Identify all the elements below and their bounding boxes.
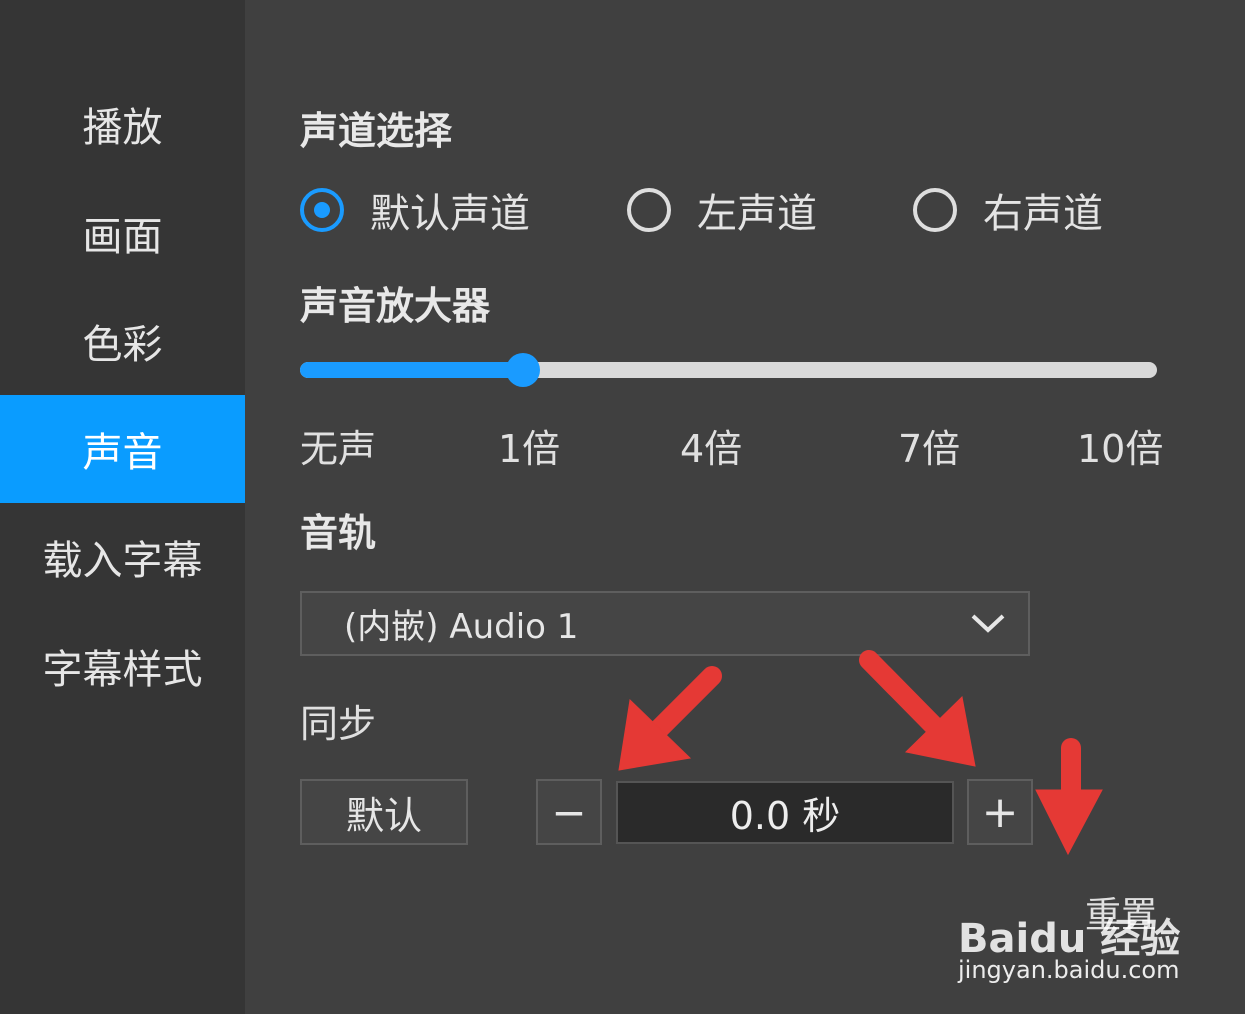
sync-increase-button[interactable]: + <box>967 779 1033 845</box>
slider-fill <box>300 362 523 378</box>
radio-unchecked-icon <box>627 188 671 232</box>
radio-right-channel[interactable]: 右声道 <box>913 181 1103 239</box>
red-arrow-icon <box>859 650 976 767</box>
audio-track-section-title: 音轨 <box>300 511 377 555</box>
radio-unchecked-icon <box>913 188 957 232</box>
sidebar: 播放 画面 色彩 声音 载入字幕 字幕样式 <box>0 0 245 1014</box>
tick-label: 7倍 <box>898 427 961 471</box>
amplifier-slider[interactable] <box>300 353 1157 387</box>
radio-label: 右声道 <box>983 191 1103 237</box>
tick-label: 1倍 <box>498 427 561 471</box>
amplifier-section-title: 声音放大器 <box>300 284 491 328</box>
sync-default-button[interactable]: 默认 <box>300 779 468 845</box>
sync-label: 同步 <box>300 702 377 746</box>
radio-label: 默认声道 <box>370 191 530 237</box>
audio-track-dropdown[interactable]: (内嵌) Audio 1 <box>300 591 1030 656</box>
tick-label: 4倍 <box>680 427 743 471</box>
channel-section-title: 声道选择 <box>300 109 453 153</box>
red-arrow-icon <box>618 666 722 771</box>
sync-decrease-button[interactable]: − <box>536 779 602 845</box>
tick-label: 无声 <box>300 427 377 471</box>
sidebar-item-subtitle-style[interactable]: 字幕样式 <box>0 612 245 720</box>
radio-default-channel[interactable]: 默认声道 <box>300 181 530 239</box>
sidebar-item-sound[interactable]: 声音 <box>0 395 245 503</box>
sidebar-item-load-subtitle[interactable]: 载入字幕 <box>0 503 245 611</box>
sync-offset-value: 0.0 秒 <box>616 781 954 844</box>
radio-label: 左声道 <box>697 191 817 237</box>
tick-label: 10倍 <box>1077 427 1164 471</box>
sidebar-item-playback[interactable]: 播放 <box>0 70 245 178</box>
chevron-down-icon <box>971 614 1005 633</box>
slider-thumb[interactable] <box>505 353 540 387</box>
sidebar-item-picture[interactable]: 画面 <box>0 179 245 287</box>
red-arrow-icon <box>1035 738 1103 856</box>
radio-checked-icon <box>300 188 344 232</box>
audio-track-value: (内嵌) Audio 1 <box>344 607 579 647</box>
radio-left-channel[interactable]: 左声道 <box>627 181 817 239</box>
watermark-url: jingyan.baidu.com <box>958 956 1180 984</box>
sidebar-item-color[interactable]: 色彩 <box>0 287 245 395</box>
